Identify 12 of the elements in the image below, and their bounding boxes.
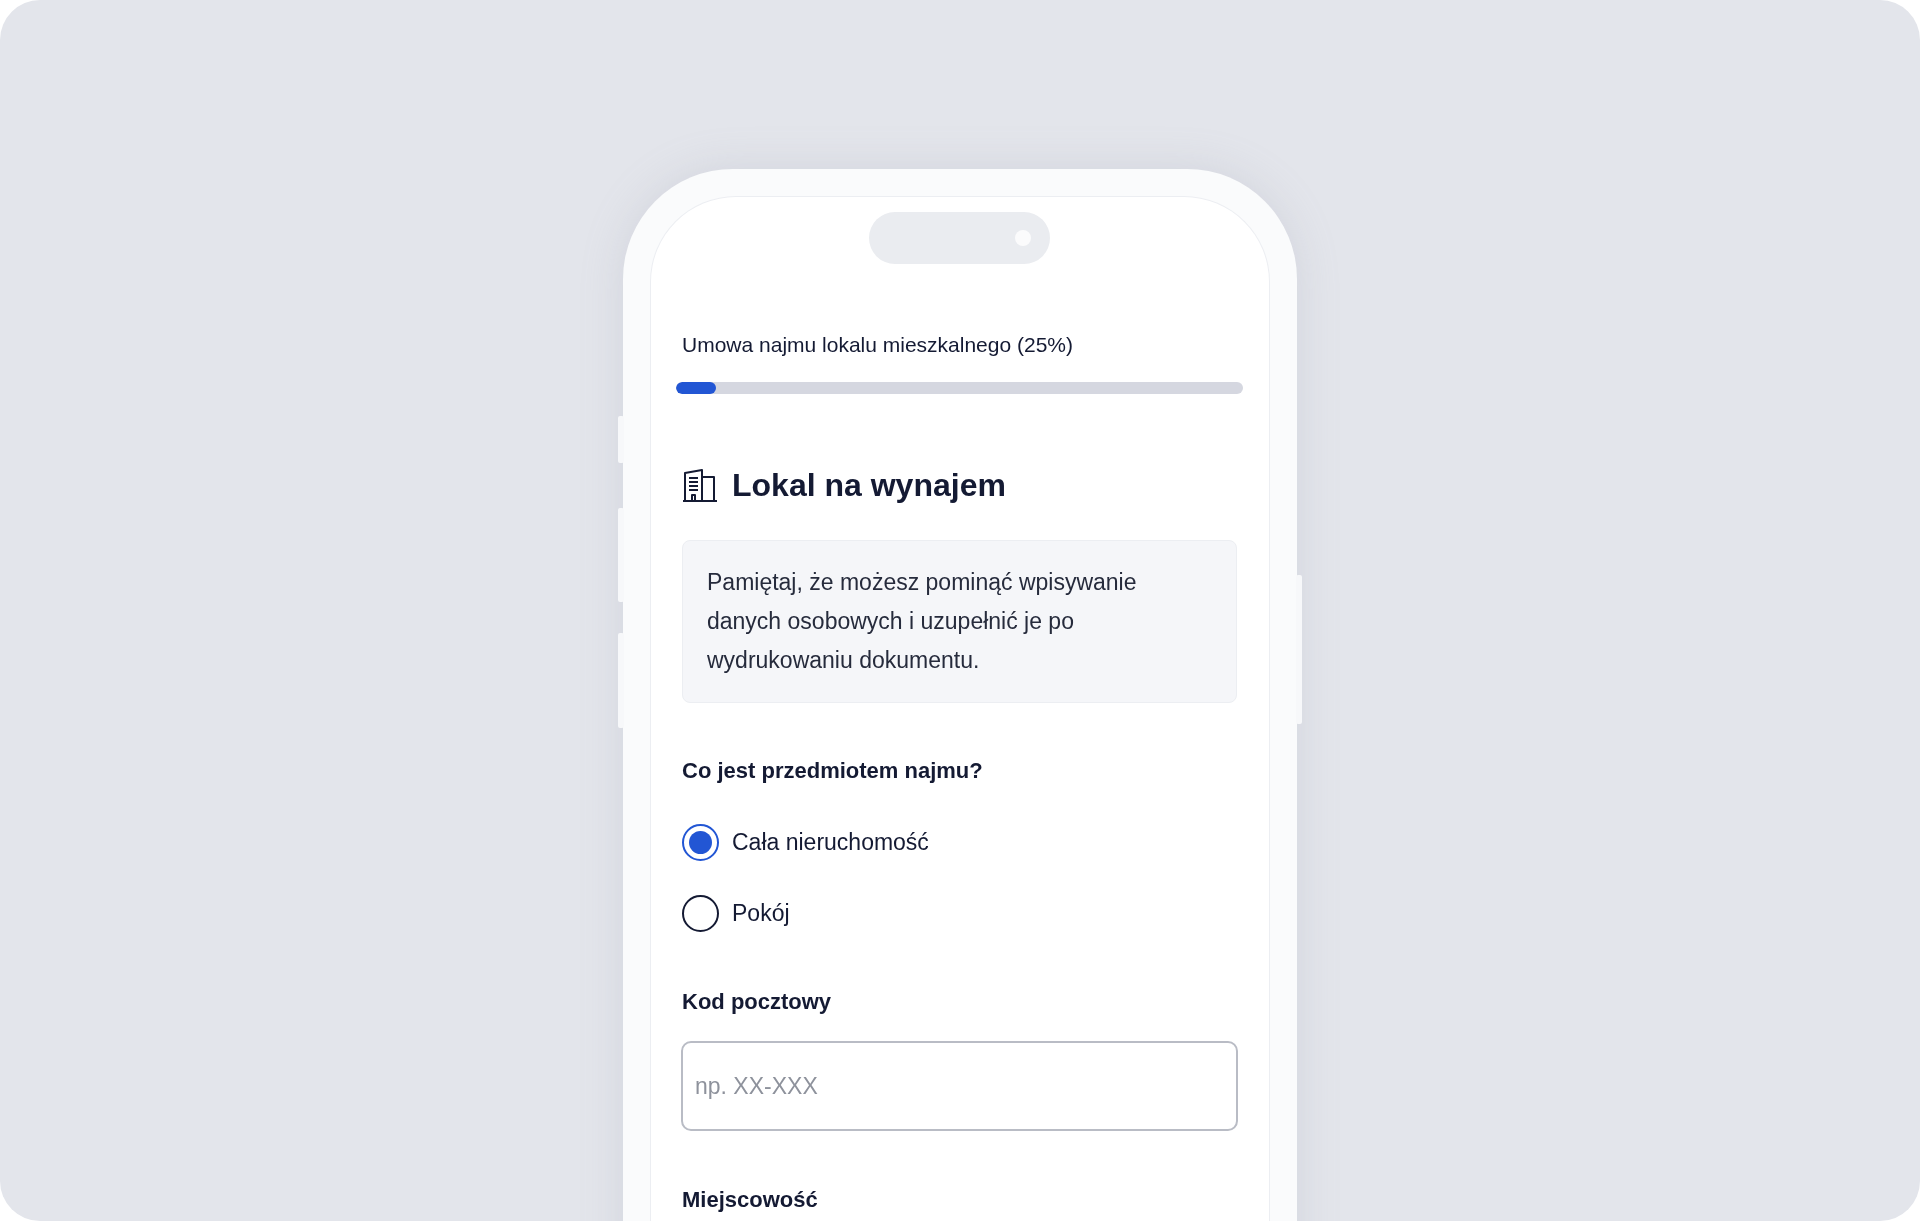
radio-button[interactable] bbox=[682, 894, 719, 932]
field-label: Miejscowość bbox=[682, 1186, 819, 1214]
radio-button[interactable] bbox=[682, 823, 719, 861]
radio-option[interactable]: Pokój bbox=[682, 893, 790, 933]
question-label: Co jest przedmiotem najmu? bbox=[682, 757, 984, 785]
section-title: Lokal na wynajem bbox=[732, 466, 1006, 504]
building-icon bbox=[682, 467, 718, 503]
postal-code-field[interactable]: np. XX-XXX bbox=[681, 1041, 1238, 1131]
info-note: Pamiętaj, że możesz pominąć wpisywanie danych osobowych i uzupełnić je po wydrukowaniu dokumentu. bbox=[682, 540, 1237, 703]
progress-label: Umowa najmu lokalu mieszkalnego (25%) bbox=[682, 332, 1074, 358]
radio-option[interactable]: Cała nieruchomość bbox=[682, 822, 929, 862]
field-label: Kod pocztowy bbox=[682, 988, 833, 1016]
